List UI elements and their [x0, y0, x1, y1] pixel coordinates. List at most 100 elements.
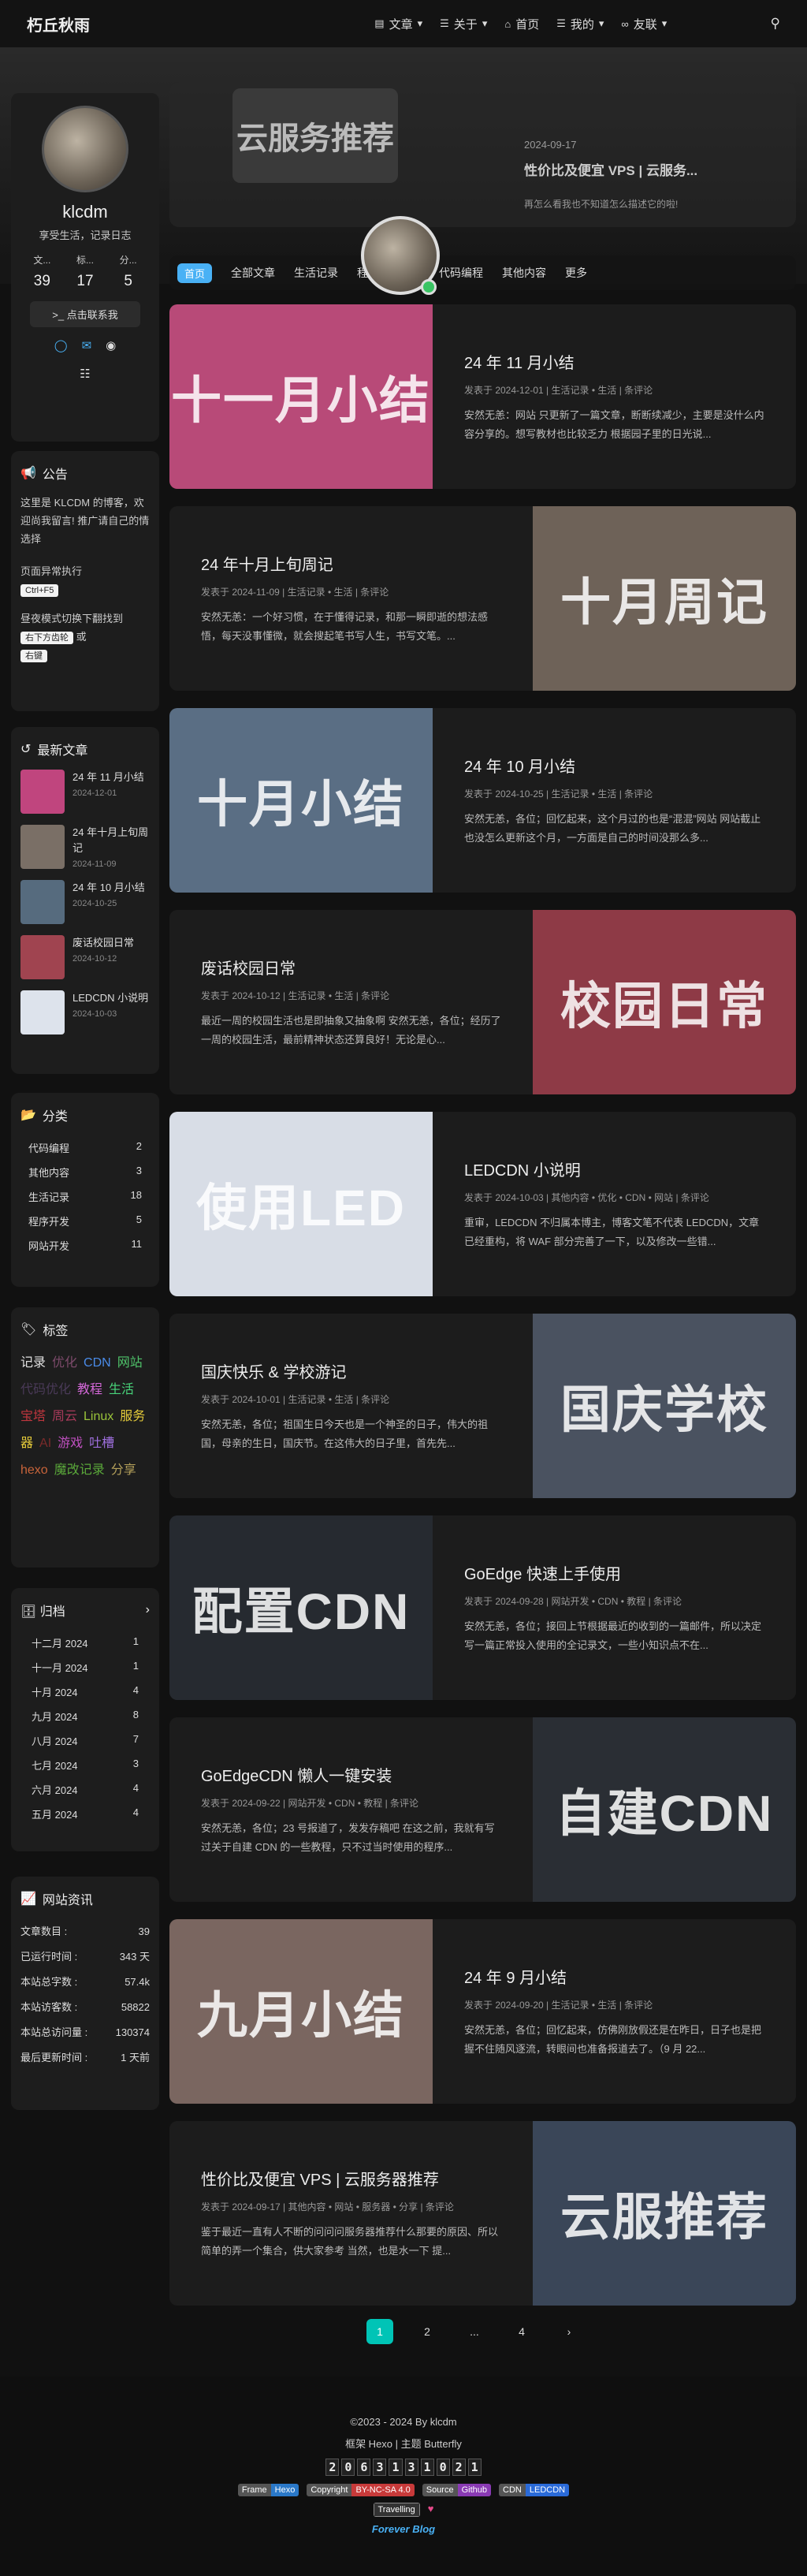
post-card[interactable]: 十一月小结 24 年 11 月小结 发表于 2024-12-01 | 生活记录 • …	[169, 304, 796, 489]
recent-post-item[interactable]: LEDCDN 小说明 2024-10-03	[20, 990, 150, 1035]
post-title[interactable]: 24 年十月上旬周记	[201, 552, 503, 575]
footer-badge[interactable]: Source Github	[422, 2484, 492, 2496]
menu-item-2[interactable]: ⌂ 首页	[504, 16, 539, 32]
category-tab-0[interactable]: 首页	[177, 263, 213, 283]
email-icon[interactable]: ✉	[82, 338, 92, 352]
page-button[interactable]: 2	[414, 2319, 441, 2344]
post-title[interactable]: 24 年 9 月小结	[464, 1965, 766, 1988]
post-thumbnail[interactable]: 配置CDN	[169, 1515, 433, 1700]
post-card[interactable]: 国庆学校 国庆快乐 & 学校游记 发表于 2024-10-01 | 生活记录 • 生…	[169, 1314, 796, 1498]
tag-item[interactable]: 吐槽	[89, 1437, 114, 1450]
post-title[interactable]: GoEdgeCDN 懒人一键安装	[201, 1763, 503, 1786]
footer-badge[interactable]: CDN LEDCDN	[499, 2484, 570, 2496]
category-item[interactable]: 其他内容 3	[20, 1160, 150, 1184]
stat-item[interactable]: 分... 5	[120, 253, 137, 290]
site-brand[interactable]: 朽丘秋雨	[27, 13, 90, 35]
featured-post[interactable]: 云服务推荐 2024-09-17 性价比及便宜 VPS | 云服务... 再怎么…	[169, 82, 796, 227]
tag-item[interactable]: CDN	[84, 1356, 111, 1370]
category-item[interactable]: 网站开发 11	[20, 1233, 150, 1258]
tag-item[interactable]: 教程	[77, 1383, 102, 1396]
archive-item[interactable]: 八月 2024 7	[20, 1728, 150, 1753]
tag-item[interactable]: Linux	[84, 1410, 113, 1423]
archive-item[interactable]: 十二月 2024 1	[20, 1631, 150, 1655]
menu-item-4[interactable]: ∞ 友联 ▾	[621, 16, 667, 32]
tag-item[interactable]: 代码优化	[20, 1383, 71, 1396]
sitemap-icon[interactable]: ☷	[80, 367, 90, 381]
category-tab-5[interactable]: 代码编程	[439, 265, 483, 281]
post-card[interactable]: 使用LED LEDCDN 小说明 发表于 2024-10-03 | 其他内容 • 优…	[169, 1112, 796, 1296]
post-card[interactable]: 校园日常 废话校园日常 发表于 2024-10-12 | 生活记录 • 生活 | 条…	[169, 910, 796, 1094]
archive-item[interactable]: 五月 2024 4	[20, 1802, 150, 1826]
footer-badge[interactable]: Frame Hexo	[237, 2484, 299, 2496]
stat-item[interactable]: 标... 17	[76, 253, 94, 290]
menu-item-3[interactable]: ☰ 我的 ▾	[556, 16, 604, 32]
tag-item[interactable]: 魔改记录	[54, 1463, 105, 1477]
category-item[interactable]: 程序开发 5	[20, 1209, 150, 1233]
page-button[interactable]: 1	[366, 2319, 393, 2344]
post-card[interactable]: 自建CDN GoEdgeCDN 懒人一键安装 发表于 2024-09-22 | 网站…	[169, 1717, 796, 1902]
post-thumbnail[interactable]: 十月周记	[533, 506, 796, 691]
post-card[interactable]: 云服推荐 性价比及便宜 VPS | 云服务器推荐 发表于 2024-09-17 | …	[169, 2121, 796, 2306]
post-title[interactable]: 性价比及便宜 VPS | 云服务器推荐	[201, 2167, 503, 2190]
recent-post-item[interactable]: 24 年十月上旬周记 2024-11-09	[20, 825, 150, 869]
tag-item[interactable]: AI	[39, 1437, 51, 1450]
post-thumbnail[interactable]: 十月小结	[169, 708, 433, 893]
post-thumbnail[interactable]: 云服推荐	[533, 2121, 796, 2306]
category-tab-2[interactable]: 生活记录	[294, 265, 338, 281]
post-title[interactable]: LEDCDN 小说明	[464, 1158, 766, 1180]
post-card[interactable]: 九月小结 24 年 9 月小结 发表于 2024-09-20 | 生活记录 • 生活…	[169, 1919, 796, 2104]
menu-item-1[interactable]: ☰ 关于 ▾	[440, 16, 487, 32]
category-tab-6[interactable]: 其他内容	[502, 265, 546, 281]
post-title[interactable]: 废话校园日常	[201, 956, 503, 979]
heart-icon[interactable]: ♥	[428, 2503, 434, 2517]
recent-post-item[interactable]: 24 年 10 月小结 2024-10-25	[20, 880, 150, 924]
tag-item[interactable]: 网站	[117, 1356, 143, 1370]
travelling-badge[interactable]: Travelling	[373, 2503, 420, 2517]
category-tab-1[interactable]: 全部文章	[231, 265, 275, 281]
recent-post-item[interactable]: 废话校园日常 2024-10-12	[20, 935, 150, 979]
tag-item[interactable]: 记录	[20, 1356, 46, 1370]
category-tab-7[interactable]: 更多	[565, 265, 587, 281]
page-button[interactable]: ...	[461, 2319, 488, 2344]
tag-item[interactable]: 宝塔	[20, 1410, 46, 1423]
category-item[interactable]: 代码编程 2	[20, 1135, 150, 1160]
post-thumbnail[interactable]: 使用LED	[169, 1112, 433, 1296]
archive-item[interactable]: 九月 2024 8	[20, 1704, 150, 1728]
post-card[interactable]: 配置CDN GoEdge 快速上手使用 发表于 2024-09-28 | 网站开发 …	[169, 1515, 796, 1700]
rss-icon[interactable]: ◉	[106, 338, 116, 352]
post-title[interactable]: 国庆快乐 & 学校游记	[201, 1359, 503, 1382]
tag-item[interactable]: 分享	[111, 1463, 136, 1477]
contact-button[interactable]: >_ 点击联系我	[30, 301, 140, 327]
archive-item[interactable]: 十一月 2024 1	[20, 1655, 150, 1679]
footer-badge[interactable]: Copyright BY-NC-SA 4.0	[307, 2484, 415, 2496]
tag-item[interactable]: 周云	[52, 1410, 77, 1423]
post-thumbnail[interactable]: 九月小结	[169, 1919, 433, 2104]
page-button[interactable]: ›	[556, 2319, 582, 2344]
category-item[interactable]: 生活记录 18	[20, 1184, 150, 1209]
post-title[interactable]: 24 年 10 月小结	[464, 754, 766, 777]
tag-item[interactable]: 生活	[109, 1383, 134, 1396]
post-title[interactable]: GoEdge 快速上手使用	[464, 1561, 766, 1584]
tag-item[interactable]: 游戏	[58, 1437, 83, 1450]
post-card[interactable]: 十月小结 24 年 10 月小结 发表于 2024-10-25 | 生活记录 • 生…	[169, 708, 796, 893]
github-icon[interactable]: ◯	[54, 338, 68, 352]
page-button[interactable]: 4	[508, 2319, 535, 2344]
menu-item-0[interactable]: ▤ 文章 ▾	[374, 16, 422, 32]
post-card[interactable]: 十月周记 24 年十月上旬周记 发表于 2024-11-09 | 生活记录 • 生活…	[169, 506, 796, 691]
post-thumbnail[interactable]: 十一月小结	[169, 304, 433, 489]
post-thumbnail[interactable]: 校园日常	[533, 910, 796, 1094]
recent-post-item[interactable]: 24 年 11 月小结 2024-12-01	[20, 770, 150, 814]
featured-title[interactable]: 性价比及便宜 VPS | 云服务...	[524, 159, 697, 179]
archive-item[interactable]: 七月 2024 3	[20, 1753, 150, 1777]
archive-item[interactable]: 六月 2024 4	[20, 1777, 150, 1802]
chevron-right-icon[interactable]: ›	[146, 1603, 150, 1617]
archive-item[interactable]: 十月 2024 4	[20, 1679, 150, 1704]
search-icon[interactable]: ⚲	[771, 16, 780, 32]
post-thumbnail[interactable]: 自建CDN	[533, 1717, 796, 1902]
tag-item[interactable]: hexo	[20, 1463, 48, 1477]
post-title[interactable]: 24 年 11 月小结	[464, 350, 766, 373]
tag-item[interactable]: 优化	[52, 1356, 77, 1370]
stat-item[interactable]: 文... 39	[33, 253, 50, 290]
post-thumbnail[interactable]: 国庆学校	[533, 1314, 796, 1498]
forever-blog-link[interactable]: Forever Blog	[0, 2523, 807, 2535]
